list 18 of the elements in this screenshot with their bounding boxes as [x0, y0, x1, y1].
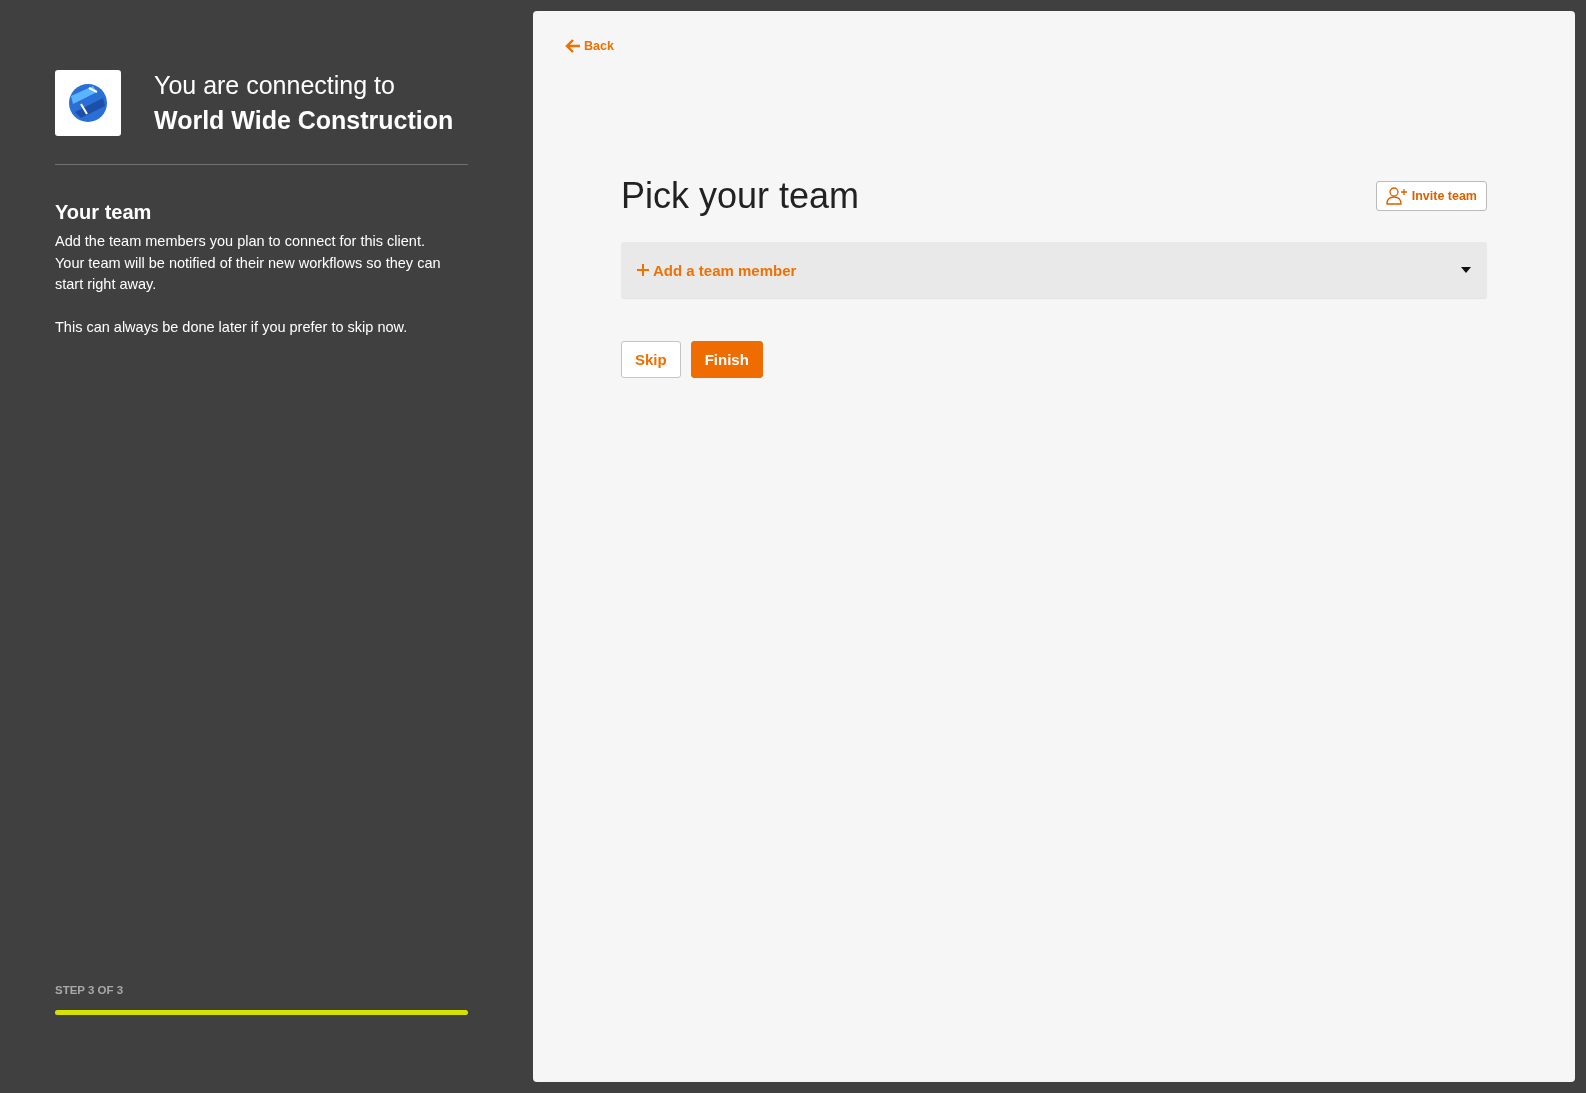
caret-icon — [1461, 267, 1471, 273]
add-member-label: Add a team member — [637, 261, 797, 279]
invite-team-button[interactable]: Invite team — [1375, 181, 1487, 211]
globe-logo-icon — [67, 82, 109, 124]
section-title: Your team — [55, 201, 153, 224]
page-title: Pick your team — [621, 175, 860, 217]
skip-button[interactable]: Skip — [621, 341, 681, 378]
back-link[interactable]: Back — [565, 39, 614, 53]
add-user-icon — [1385, 187, 1408, 205]
connecting-heading: You are connecting to — [154, 71, 396, 100]
plus-icon — [637, 264, 649, 276]
client-name: World Wide Construction — [154, 106, 454, 135]
back-arrow-icon — [565, 39, 581, 53]
description-text: This can always be done later if you prefer to skip now. — [55, 317, 409, 337]
step-label: STEP 3 OF 3 — [55, 984, 125, 996]
add-member-dropdown[interactable]: Add a team member — [621, 242, 1487, 298]
finish-button[interactable]: Finish — [690, 341, 763, 378]
description-text: Add the team members you plan to connect for this client. Your team will be notified of their new workflows so they can start right away. — [55, 232, 442, 294]
